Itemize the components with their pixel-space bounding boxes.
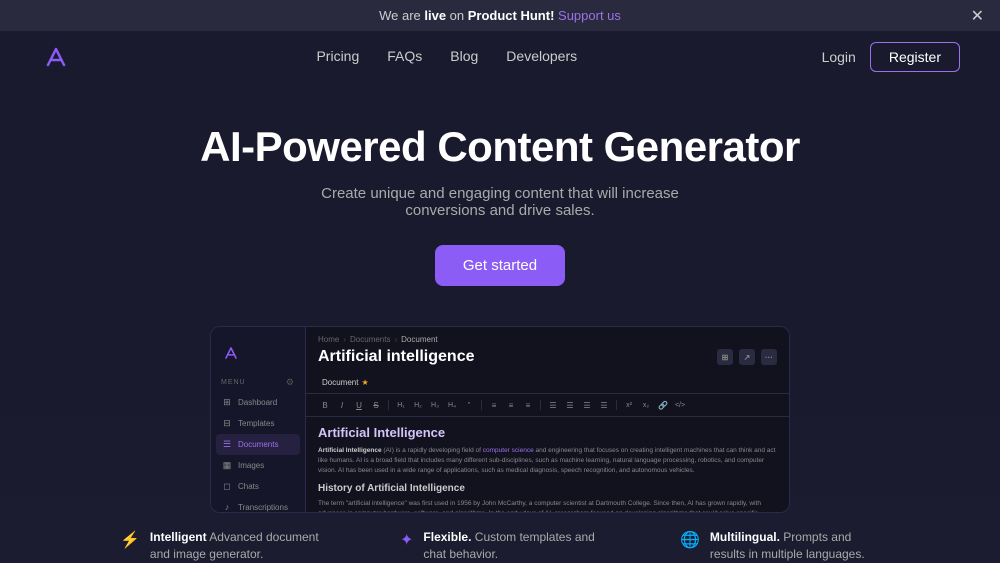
document-title: Artificial intelligence: [318, 348, 474, 366]
doc-section-heading: History of Artificial Intelligence: [318, 483, 777, 494]
transcriptions-icon: ♪: [221, 502, 233, 512]
navbar: Pricing FAQs Blog Developers Login Regis…: [0, 31, 1000, 83]
hero-section: AI-Powered Content Generator Create uniq…: [0, 83, 1000, 306]
toolbar-align-justify[interactable]: ☰: [597, 398, 611, 412]
features-strip: ⚡ Intelligent Advanced document and imag…: [0, 513, 1000, 563]
dashboard-icon: ⊞: [221, 397, 233, 408]
toolbar-strikethrough[interactable]: S: [369, 398, 383, 412]
grid-icon[interactable]: ⊞: [717, 349, 733, 365]
toolbar-h2[interactable]: H₂: [411, 398, 425, 412]
doc-section-body: The term "artificial intelligence" was f…: [318, 499, 777, 512]
announcement-banner: We are live on Product Hunt! Support us …: [0, 0, 1000, 31]
documents-icon: ☰: [221, 439, 233, 450]
nav-logo[interactable]: [40, 41, 72, 73]
toolbar-italic[interactable]: I: [335, 398, 349, 412]
toolbar-align-left[interactable]: ☰: [546, 398, 560, 412]
toolbar-indent[interactable]: ≡: [521, 398, 535, 412]
toolbar-sep-3: [540, 400, 541, 410]
nav-auth: Login Register: [822, 42, 960, 72]
nav-faqs-link[interactable]: FAQs: [387, 48, 422, 64]
sidebar-item-documents[interactable]: ☰ Documents: [216, 434, 300, 455]
banner-support-link[interactable]: Support us: [558, 8, 621, 23]
toolbar-underline[interactable]: U: [352, 398, 366, 412]
sidebar-item-templates[interactable]: ⊟ Templates: [211, 413, 305, 434]
chats-icon: ◻: [221, 481, 233, 492]
toolbar-h1[interactable]: H₁: [394, 398, 408, 412]
document-toolbar: B I U S H₁ H₂ H₃ H₄ " ≡ ≡ ≡ ☰ ☰ ☰ ☰: [306, 393, 789, 417]
login-button[interactable]: Login: [822, 49, 856, 65]
doc-content-body: Artificial Intelligence (AI) is a rapidl…: [318, 446, 777, 475]
toolbar-h4[interactable]: H₄: [445, 398, 459, 412]
banner-text: We are live on Product Hunt! Support us: [379, 8, 621, 23]
toolbar-superscript[interactable]: x²: [622, 398, 636, 412]
hero-subtitle: Create unique and engaging content that …: [300, 185, 700, 219]
get-started-button[interactable]: Get started: [435, 245, 565, 286]
toolbar-sep-2: [481, 400, 482, 410]
nav-blog-link[interactable]: Blog: [450, 48, 478, 64]
sidebar-item-chats[interactable]: ◻ Chats: [211, 476, 305, 497]
templates-icon: ⊟: [221, 418, 233, 429]
doc-content-heading: Artificial Intelligence: [318, 425, 777, 440]
intelligent-icon: ⚡: [120, 530, 140, 550]
images-icon: ▦: [221, 460, 233, 471]
toolbar-sep-1: [388, 400, 389, 410]
nav-links: Pricing FAQs Blog Developers: [316, 48, 577, 66]
sidebar-logo: [211, 337, 305, 373]
toolbar-quote[interactable]: ": [462, 398, 476, 412]
toolbar-ul[interactable]: ≡: [487, 398, 501, 412]
feature-multilingual-text: Multilingual. Prompts and results in mul…: [710, 529, 880, 563]
toolbar-subscript[interactable]: x₂: [639, 398, 653, 412]
document-title-bar: Artificial intelligence ⊞ ↗ ···: [306, 348, 789, 372]
feature-flexible-text: Flexible. Custom templates and chat beha…: [423, 529, 600, 563]
toolbar-sep-4: [616, 400, 617, 410]
app-preview: MENU ⚙ ⊞ Dashboard ⊟ Templates ☰ Documen…: [210, 326, 790, 513]
document-content: Artificial Intelligence Artificial Intel…: [306, 417, 789, 512]
preview-main: Home › Documents › Document Artificial i…: [306, 327, 789, 512]
feature-flexible: ✦ Flexible. Custom templates and chat be…: [400, 529, 600, 563]
nav-developers-link[interactable]: Developers: [506, 48, 577, 64]
document-tab[interactable]: Document ★: [318, 376, 373, 389]
document-action-icons: ⊞ ↗ ···: [717, 349, 777, 365]
multilingual-icon: 🌐: [680, 530, 700, 550]
page-wrapper: We are live on Product Hunt! Support us …: [0, 0, 1000, 563]
toolbar-ol[interactable]: ≡: [504, 398, 518, 412]
sidebar-item-images[interactable]: ▦ Images: [211, 455, 305, 476]
preview-sidebar: MENU ⚙ ⊞ Dashboard ⊟ Templates ☰ Documen…: [211, 327, 306, 512]
feature-intelligent: ⚡ Intelligent Advanced document and imag…: [120, 529, 320, 563]
register-button[interactable]: Register: [870, 42, 960, 72]
logo-icon: [40, 41, 72, 73]
more-icon[interactable]: ···: [761, 349, 777, 365]
toolbar-align-center[interactable]: ☰: [563, 398, 577, 412]
feature-intelligent-text: Intelligent Advanced document and image …: [150, 529, 320, 563]
toolbar-align-right[interactable]: ☰: [580, 398, 594, 412]
doc-link-cs[interactable]: computer science: [483, 447, 534, 454]
sidebar-menu-label: MENU ⚙: [211, 373, 305, 392]
flexible-icon: ✦: [400, 530, 413, 550]
hero-title: AI-Powered Content Generator: [200, 123, 800, 171]
tab-star-icon: ★: [361, 378, 368, 387]
banner-close-button[interactable]: ✕: [971, 6, 984, 26]
breadcrumb: Home › Documents › Document: [306, 327, 789, 348]
share-icon[interactable]: ↗: [739, 349, 755, 365]
toolbar-link[interactable]: 🔗: [656, 398, 670, 412]
toolbar-bold[interactable]: B: [318, 398, 332, 412]
toolbar-h3[interactable]: H₃: [428, 398, 442, 412]
toolbar-code[interactable]: </>: [673, 398, 687, 412]
sidebar-item-transcriptions[interactable]: ♪ Transcriptions: [211, 497, 305, 513]
feature-multilingual: 🌐 Multilingual. Prompts and results in m…: [680, 529, 880, 563]
document-tab-bar: Document ★: [306, 372, 789, 393]
sidebar-item-dashboard[interactable]: ⊞ Dashboard: [211, 392, 305, 413]
nav-pricing-link[interactable]: Pricing: [316, 48, 359, 64]
